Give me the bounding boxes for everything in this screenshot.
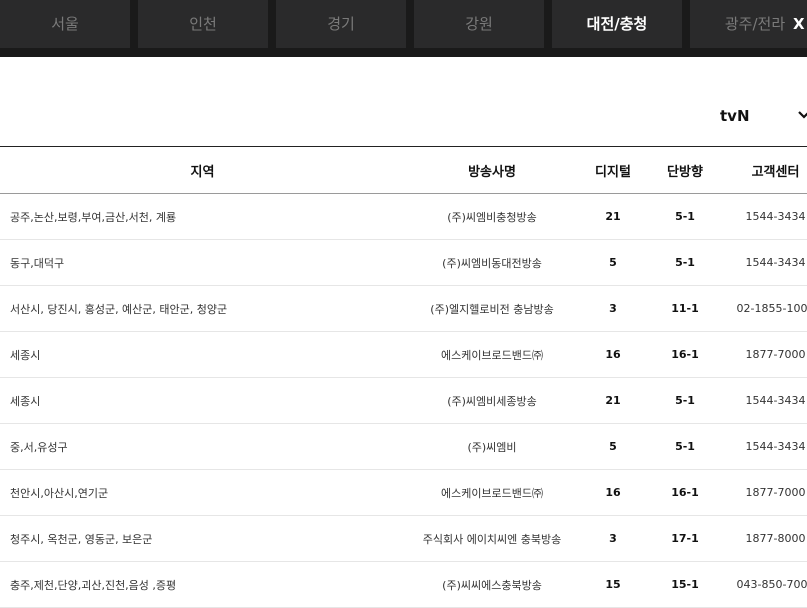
cell-operator: (주)엘지헬로비전 충남방송 <box>430 302 554 316</box>
cell-contact: 02-1855-1000 <box>736 302 807 315</box>
cell-contact: 043-850-7000 <box>736 578 807 591</box>
tab-overflow-label[interactable]: X <box>793 0 807 48</box>
cell-region: 중,서,유성구 <box>10 440 68 454</box>
header-operator: 방송사명 <box>468 164 516 180</box>
cell-digital: 5 <box>609 440 617 453</box>
tab-gangwon[interactable]: 강원 <box>414 0 544 48</box>
cell-digital: 16 <box>605 348 621 361</box>
cell-oneway: 15-1 <box>671 578 699 591</box>
table-row: 천안시,아산시,연기군 에스케이브로드밴드㈜ 16 16-1 1877-7000 <box>0 470 807 516</box>
cell-oneway: 16-1 <box>671 486 699 499</box>
cell-contact: 1544-3434 <box>745 210 806 223</box>
channel-table: 지역 방송사명 디지털 단방향 고객센터 공주,논산,보령,부여,금산,서천, … <box>0 146 807 608</box>
cell-operator: (주)씨엠비 <box>467 440 517 454</box>
cell-operator: (주)씨엠비동대전방송 <box>442 256 542 270</box>
cell-digital: 3 <box>609 302 617 315</box>
table-row: 중,서,유성구 (주)씨엠비 5 5-1 1544-3434 <box>0 424 807 470</box>
channel-select[interactable]: tvN <box>700 98 807 136</box>
cell-operator: 에스케이브로드밴드㈜ <box>440 486 544 500</box>
table-row: 충주,제천,단양,괴산,진천,음성 ,증평 (주)씨씨에스충북방송 15 15-… <box>0 562 807 608</box>
cell-oneway: 5-1 <box>675 210 695 223</box>
cell-region: 공주,논산,보령,부여,금산,서천, 계룡 <box>10 210 177 224</box>
cell-contact: 1877-7000 <box>745 486 806 499</box>
channel-selected-value: tvN <box>720 107 750 125</box>
cell-operator: (주)씨엠비충청방송 <box>447 210 537 224</box>
cell-oneway: 11-1 <box>671 302 699 315</box>
cell-oneway: 5-1 <box>675 394 695 407</box>
tab-gyeonggi[interactable]: 경기 <box>276 0 406 48</box>
header-digital: 디지털 <box>595 164 631 180</box>
cell-digital: 3 <box>609 532 617 545</box>
cell-operator: (주)씨엠비세종방송 <box>447 394 537 408</box>
cell-oneway: 17-1 <box>671 532 699 545</box>
cell-oneway: 5-1 <box>675 440 695 453</box>
cell-digital: 16 <box>605 486 621 499</box>
header-contact: 고객센터 <box>751 164 800 180</box>
cell-digital: 21 <box>605 210 621 223</box>
table-row: 세종시 에스케이브로드밴드㈜ 16 16-1 1877-7000 <box>0 332 807 378</box>
cell-region: 충주,제천,단양,괴산,진천,음성 ,증평 <box>10 578 177 592</box>
cell-region: 세종시 <box>10 394 41 408</box>
cell-operator: (주)씨씨에스충북방송 <box>442 578 542 592</box>
table-row: 청주시, 옥천군, 영동군, 보은군 주식회사 에이치씨엔 충북방송 3 17-… <box>0 516 807 562</box>
cell-region: 동구,대덕구 <box>10 256 65 270</box>
tab-seoul[interactable]: 서울 <box>0 0 130 48</box>
header-oneway: 단방향 <box>667 164 703 180</box>
cell-contact: 1544-3434 <box>745 256 806 269</box>
cell-contact: 1877-7000 <box>745 348 806 361</box>
cell-oneway: 5-1 <box>675 256 695 269</box>
table-header: 지역 방송사명 디지털 단방향 고객센터 <box>0 146 807 194</box>
tab-incheon[interactable]: 인천 <box>138 0 268 48</box>
cell-digital: 21 <box>605 394 621 407</box>
table-row: 세종시 (주)씨엠비세종방송 21 5-1 1544-3434 <box>0 378 807 424</box>
cell-region: 천안시,아산시,연기군 <box>10 486 109 500</box>
tab-daejeon-chungcheong[interactable]: 대전/충청 <box>552 0 682 48</box>
cell-contact: 1877-8000 <box>745 532 806 545</box>
cell-contact: 1544-3434 <box>745 440 806 453</box>
region-tab-bar: 서울 인천 경기 강원 대전/충청 광주/전라 X <box>0 0 807 57</box>
cell-contact: 1544-3434 <box>745 394 806 407</box>
chevron-down-icon <box>798 111 807 119</box>
cell-operator: 에스케이브로드밴드㈜ <box>440 348 544 362</box>
header-region: 지역 <box>190 164 215 180</box>
table-row: 서산시, 당진시, 홍성군, 예산군, 태안군, 청양군 (주)엘지헬로비전 충… <box>0 286 807 332</box>
cell-region: 청주시, 옥천군, 영동군, 보은군 <box>10 532 153 546</box>
cell-operator: 주식회사 에이치씨엔 충북방송 <box>422 532 562 546</box>
table-row: 동구,대덕구 (주)씨엠비동대전방송 5 5-1 1544-3434 <box>0 240 807 286</box>
cell-region: 서산시, 당진시, 홍성군, 예산군, 태안군, 청양군 <box>10 302 228 316</box>
cell-oneway: 16-1 <box>671 348 699 361</box>
cell-region: 세종시 <box>10 348 41 362</box>
table-row: 공주,논산,보령,부여,금산,서천, 계룡 (주)씨엠비충청방송 21 5-1 … <box>0 194 807 240</box>
tab-gwangju-jeolla[interactable]: 광주/전라 <box>690 0 807 48</box>
cell-digital: 5 <box>609 256 617 269</box>
cell-digital: 15 <box>605 578 621 591</box>
